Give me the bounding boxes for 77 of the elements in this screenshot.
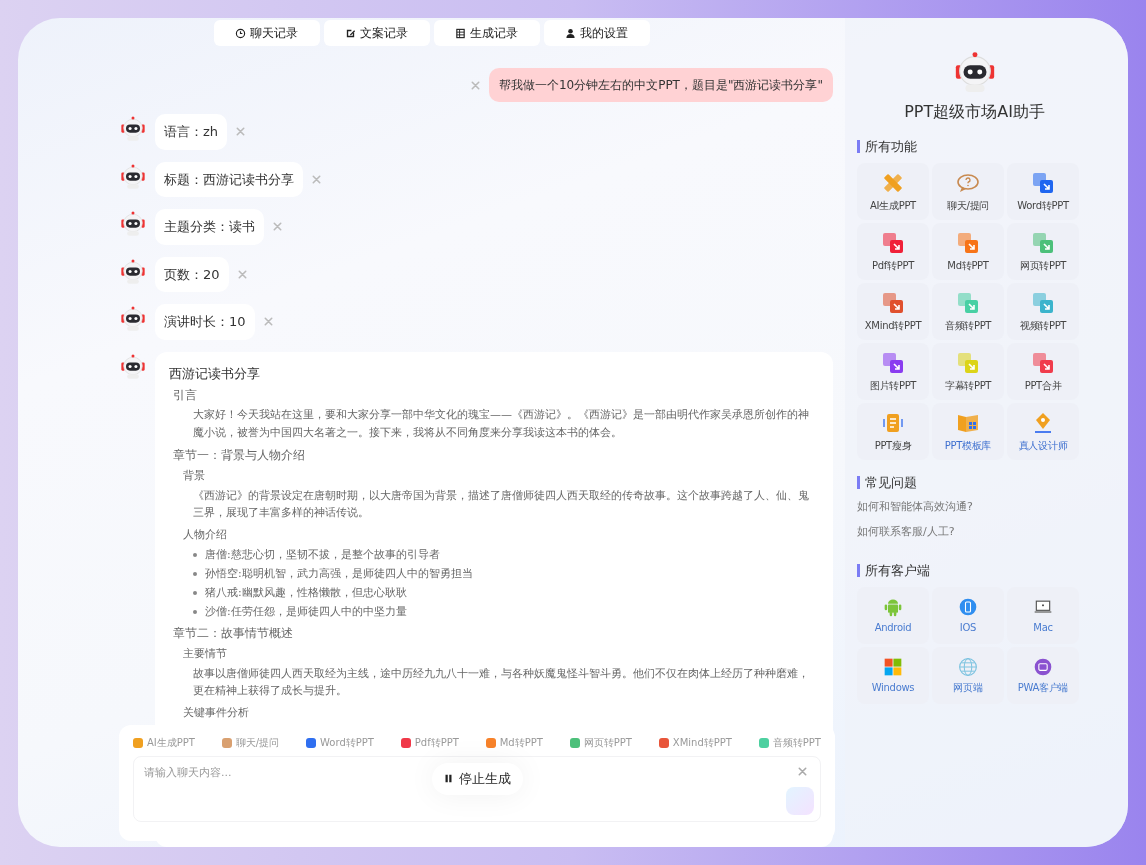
feature-tile[interactable]: 网页转PPT [1007,223,1079,280]
feature-tile[interactable]: XMind转PPT [857,283,929,340]
feature-tile[interactable]: Md转PPT [932,223,1004,280]
section-heading: 常见问题 [857,476,1092,489]
globe-icon [958,656,978,677]
robot-avatar-icon [119,114,147,142]
bullet-dot [193,572,197,577]
feature-tile[interactable]: Word转PPT [1007,163,1079,220]
delete-icon[interactable] [311,173,322,185]
feature-tile[interactable]: 图片转PPT [857,343,929,400]
section-heading: 章节一：背景与人物介绍 [173,447,306,465]
bot-message: 演讲时长：10 [155,304,255,340]
list-item: 猪八戒:幽默风趣，性格懒散，但忠心耿耿 [205,585,407,602]
pause-icon [444,773,453,785]
client-tile[interactable]: Android [857,587,929,644]
feature-tile[interactable]: 音频转PPT [932,283,1004,340]
section-heading: 所有客户端 [857,564,1092,577]
client-tile[interactable]: Windows [857,647,929,704]
section-heading: 章节二：故事情节概述 [173,625,294,643]
clear-icon[interactable] [797,766,808,777]
feature-tile[interactable]: 真人设计师 [1007,403,1079,460]
windows-icon [883,656,903,677]
delete-icon[interactable] [272,221,283,233]
client-tile[interactable]: Mac [1007,587,1079,644]
clock-icon [235,27,246,39]
list-item: 唐僧:慈悲心切，坚韧不拔，是整个故事的引导者 [205,547,440,564]
send-button[interactable] [786,787,814,815]
nav-tab[interactable]: 聊天记录 [213,20,320,46]
delete-icon[interactable] [262,316,274,328]
stop-button[interactable]: 停止生成 [432,763,523,795]
section-heading: 引言 [173,387,198,404]
robot-avatar-icon [119,304,147,332]
nav-tab[interactable]: 生成记录 [433,20,540,46]
client-tile[interactable]: 网页端 [932,647,1004,704]
bot-message: 标题：西游记读书分享 [155,161,303,197]
bot-message: 语言：zh [155,114,228,150]
delete-icon[interactable] [235,126,247,138]
feature-tile[interactable]: 视频转PPT [1007,283,1079,340]
delete-icon[interactable] [469,79,481,91]
faq-link[interactable]: 如何和智能体高效沟通? [857,499,1092,516]
feature-tile[interactable]: 聊天/提问 [932,163,1004,220]
edit-icon [345,27,356,39]
phone-badge-icon [958,596,978,617]
feature-tile[interactable]: PPT模板库 [932,403,1004,460]
table-icon [455,27,466,39]
document-title: 西游记读书分享 [169,364,261,383]
paragraph: 大家好！今天我站在这里，要和大家分享一部中华文化的瑰宝——《西游记》。《西游记》是一部由明代作家吴承恩所创作的神魔小说，被誉为中国四大名著之一。接下来，我将从不同角度来分享我读这本书的体会。 [193,407,810,441]
paragraph: 故事以唐僧师徒四人西天取经为主线，途中历经九九八十一难，与各种妖魔鬼怪斗智斗勇。他们不仅在肉体上经历了种种磨难，更在精神上获得了成长与提升。 [193,665,810,700]
nav-tab[interactable]: 文案记录 [323,20,430,46]
section-heading: 所有功能 [857,140,1092,153]
subsection-heading: 关键事件分析 [183,705,250,722]
nav-tab[interactable]: 我的设置 [543,20,650,46]
user-message: 帮我做一个10分钟左右的中文PPT，题目是"西游记读书分享" [488,68,833,102]
feature-tile[interactable]: Pdf转PPT [857,223,929,280]
client-tile[interactable]: PWA客户端 [1007,647,1079,704]
list-item: 沙僧:任劳任怨，是师徒四人中的中坚力量 [205,604,407,621]
bot-message: 主题分类：读书 [155,209,264,245]
app-badge-icon [1033,656,1053,677]
feature-tile[interactable]: PPT合并 [1007,343,1079,400]
bullet-dot [193,610,197,615]
robot-avatar-icon [119,209,147,237]
bot-message: 页数：20 [155,256,229,292]
faq-link[interactable]: 如何联系客服/人工? [857,523,1092,540]
feature-tile[interactable]: 字幕转PPT [932,343,1004,400]
paragraph: 《西游记》的背景设定在唐朝时期，以大唐帝国为背景，描述了唐僧师徒四人西天取经的传奇故事。这个故事跨越了人、仙、鬼三界，展现了丰富多样的神话传说。 [193,487,810,522]
subsection-heading: 背景 [183,468,206,485]
client-tile[interactable]: IOS [932,587,1004,644]
user-icon [565,27,576,39]
feature-tile[interactable]: AI生成PPT [857,163,929,220]
delete-icon[interactable] [236,268,248,280]
subsection-heading: 主要情节 [183,646,228,663]
bullet-dot [193,553,197,558]
app-title: PPT超级市场AI助手 [903,101,1046,123]
list-item: 孙悟空:聪明机智，武力高强，是师徒四人中的智勇担当 [205,566,473,583]
subsection-heading: 人物介绍 [183,526,228,543]
bullet-dot [193,591,197,596]
feature-tile[interactable]: PPT瘦身 [857,403,929,460]
